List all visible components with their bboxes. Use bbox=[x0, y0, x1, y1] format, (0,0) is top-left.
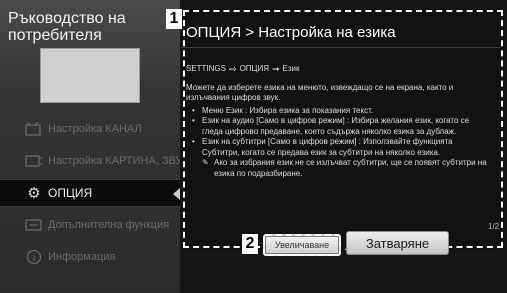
menu-item-picture-sound[interactable]: Настройка КАРТИНА, ЗВУК bbox=[0, 147, 180, 175]
menu-item-label: Настройка КАНАЛ bbox=[48, 123, 142, 135]
arrow-right-icon: ⇨ bbox=[229, 64, 237, 74]
close-button[interactable]: Затваряне bbox=[346, 231, 449, 255]
note-icon: ✎ bbox=[202, 158, 209, 167]
svg-text:i: i bbox=[33, 254, 36, 264]
menu-item-channel-setup[interactable]: Настройка КАНАЛ bbox=[0, 115, 180, 143]
extra-function-icon bbox=[24, 217, 44, 233]
dialog-content: SETTINGS ⇨ ОПЦИЯ ➞ Език Можете да избере… bbox=[186, 56, 492, 179]
menu-item-option[interactable]: ⚙ ОПЦИЯ bbox=[0, 179, 180, 207]
menu-item-information[interactable]: i Информация bbox=[0, 243, 180, 271]
path-language: Език bbox=[282, 64, 300, 73]
menu-item-label: ОПЦИЯ bbox=[48, 186, 93, 200]
arrow-right-icon: ➞ bbox=[271, 64, 280, 74]
button-bar bbox=[180, 250, 507, 293]
bullet-list: Меню Език : Избира езика за показания те… bbox=[186, 106, 492, 159]
picture-sound-icon bbox=[24, 153, 44, 169]
menu-item-label: Информация bbox=[48, 251, 116, 263]
zoom-button[interactable]: Увеличаване bbox=[263, 234, 341, 256]
list-item: Меню Език : Избира езика за показания те… bbox=[186, 106, 492, 117]
menu-item-label: Настройка КАРТИНА, ЗВУК bbox=[48, 155, 180, 167]
note: ✎ Ако за избрания език не се излъчват су… bbox=[186, 158, 492, 179]
dialog-title: ОПЦИЯ > Настройка на езика bbox=[186, 24, 396, 41]
gear-icon: ⚙ bbox=[27, 185, 41, 202]
path-settings: SETTINGS bbox=[186, 64, 227, 73]
note-text: Ако за избрания език не се излъчват субт… bbox=[214, 158, 487, 178]
manual-title: Ръководство на потребителя bbox=[8, 10, 126, 44]
list-item: Език на аудио [Само в цифров режим] : Из… bbox=[186, 116, 492, 137]
callout-badge-1: 1 bbox=[166, 9, 182, 29]
callout-badge-2: 2 bbox=[242, 234, 258, 254]
path-option: ОПЦИЯ bbox=[239, 64, 269, 73]
user-manual-screen: Ръководство на потребителя Настройка КАН… bbox=[0, 0, 507, 293]
settings-path: SETTINGS ⇨ ОПЦИЯ ➞ Език bbox=[186, 64, 492, 75]
list-item: Език на субтитри [Само в цифров режим] :… bbox=[186, 137, 492, 158]
info-icon: i bbox=[24, 249, 44, 265]
page-indicator: 1/2 bbox=[488, 222, 500, 231]
dialog-description: Можете да изберете езика на менюто, изве… bbox=[186, 82, 454, 103]
menu-item-extra-function[interactable]: Допълнителна функция bbox=[0, 211, 180, 239]
manual-menu: Настройка КАНАЛ Настройка КАРТИНА, ЗВУК … bbox=[0, 115, 180, 275]
preview-thumbnail bbox=[40, 48, 140, 103]
title-divider bbox=[181, 47, 501, 48]
menu-item-label: Допълнителна функция bbox=[48, 219, 170, 231]
manual-sidebar: Ръководство на потребителя Настройка КАН… bbox=[0, 0, 180, 293]
antenna-icon bbox=[24, 121, 44, 137]
